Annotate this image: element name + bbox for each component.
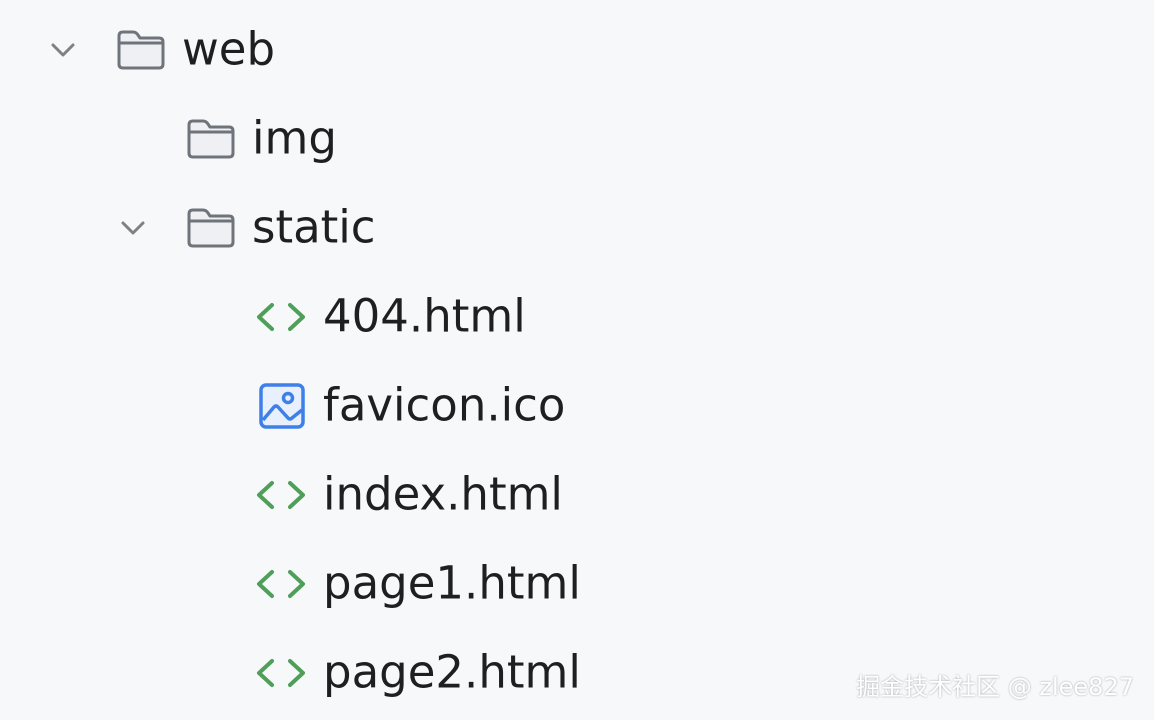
tree-item-label: static [252,199,376,253]
tree-item-label: web [182,21,276,75]
tree-item-page1-html[interactable]: page1.html [0,539,1154,628]
tree-item-404-html[interactable]: 404.html [0,272,1154,361]
html-file-icon [257,658,305,687]
tree-item-static[interactable]: static [0,183,1154,272]
tree-item-label: index.html [323,466,563,520]
folder-icon [187,208,235,247]
watermark: 掘金技术社区 @ zlee827 [856,673,1134,701]
chevron-down-icon[interactable] [46,33,80,67]
tree-item-img[interactable]: img [0,94,1154,183]
image-file-icon [259,382,305,429]
folder-icon [187,119,235,158]
tree-item-label: img [252,110,337,164]
html-file-icon [257,569,305,598]
folder-icon [117,30,165,69]
chevron-down-icon[interactable] [116,211,150,245]
tree-item-label: favicon.ico [323,377,566,431]
tree-item-favicon-ico[interactable]: favicon.ico [0,361,1154,450]
tree-item-label: 404.html [323,288,526,342]
tree-item-label: page1.html [323,555,581,609]
html-file-icon [257,302,305,331]
tree-item-web[interactable]: web [0,5,1154,94]
tree-item-index-html[interactable]: index.html [0,450,1154,539]
html-file-icon [257,480,305,509]
project-tree: web img static 404.html favicon.ico inde… [0,0,1154,720]
tree-item-label: page2.html [323,644,581,698]
